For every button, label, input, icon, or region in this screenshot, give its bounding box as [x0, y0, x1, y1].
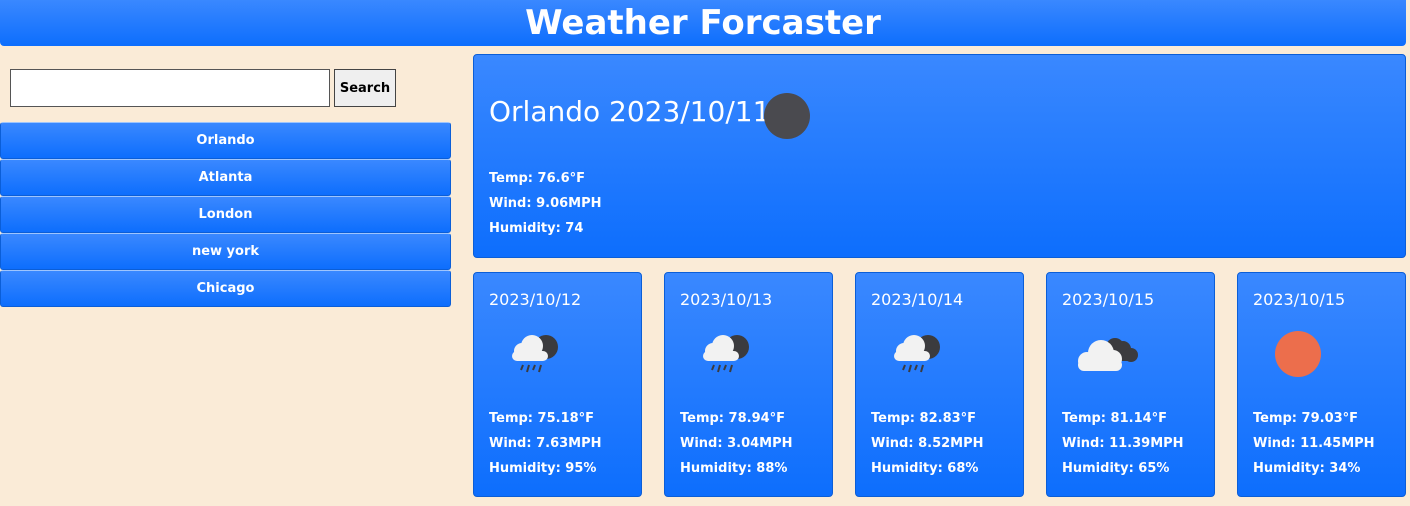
rain-cloud-icon	[703, 335, 749, 373]
forecast-humidity: Humidity: 95%	[489, 461, 597, 476]
forecast-humidity: Humidity: 68%	[871, 461, 979, 476]
forecast-stats: Temp: 82.83°F Wind: 8.52MPH Humidity: 68…	[871, 406, 984, 481]
search-history: Orlando Atlanta London new york Chicago	[0, 122, 451, 307]
forecast-date: 2023/10/13	[680, 290, 773, 309]
forecast-date: 2023/10/15	[1062, 290, 1155, 309]
forecast-card: 2023/10/15 Temp: 79.03°F Wind: 11.45MPH …	[1237, 272, 1406, 497]
forecast-date: 2023/10/12	[489, 290, 582, 309]
rain-cloud-icon	[512, 335, 558, 373]
forecast-wind: Wind: 8.52MPH	[871, 436, 984, 451]
history-item[interactable]: Orlando	[0, 122, 451, 159]
forecast-card: 2023/10/14 Temp: 82.83°F Wind: 8.52MPH H…	[855, 272, 1024, 497]
forecast-stats: Temp: 78.94°F Wind: 3.04MPH Humidity: 88…	[680, 406, 793, 481]
sun-icon	[1275, 331, 1321, 377]
forecast-temp: Temp: 81.14°F	[1062, 411, 1168, 426]
forecast-wind: Wind: 11.45MPH	[1253, 436, 1375, 451]
history-item[interactable]: Atlanta	[0, 159, 451, 196]
history-item[interactable]: London	[0, 196, 451, 233]
forecast-temp: Temp: 78.94°F	[680, 411, 786, 426]
forecast-humidity: Humidity: 34%	[1253, 461, 1361, 476]
history-item[interactable]: new york	[0, 233, 451, 270]
forecast-date: 2023/10/15	[1253, 290, 1346, 309]
forecast-stats: Temp: 75.18°F Wind: 7.63MPH Humidity: 95…	[489, 406, 602, 481]
forecast-wind: Wind: 11.39MPH	[1062, 436, 1184, 451]
search-button[interactable]: Search	[334, 69, 396, 107]
forecast-card: 2023/10/15 Temp: 81.14°F Wind: 11.39MPH …	[1046, 272, 1215, 497]
forecast-stats: Temp: 81.14°F Wind: 11.39MPH Humidity: 6…	[1062, 406, 1184, 481]
current-temp: Temp: 76.6°F	[489, 171, 585, 186]
current-title: Orlando 2023/10/11	[489, 95, 771, 128]
clouds-icon	[1078, 338, 1138, 371]
forecast-stats: Temp: 79.03°F Wind: 11.45MPH Humidity: 3…	[1253, 406, 1375, 481]
forecast-card: 2023/10/12 Temp: 75.18°F Wind: 7.63MPH H…	[473, 272, 642, 497]
forecast-card: 2023/10/13 Temp: 78.94°F Wind: 3.04MPH H…	[664, 272, 833, 497]
current-stats: Temp: 76.6°F Wind: 9.06MPH Humidity: 74	[489, 166, 602, 241]
app-title: Weather Forcaster	[525, 3, 881, 43]
app-header: Weather Forcaster	[0, 0, 1406, 46]
current-wind: Wind: 9.06MPH	[489, 196, 602, 211]
forecast-wind: Wind: 7.63MPH	[489, 436, 602, 451]
forecast-wind: Wind: 3.04MPH	[680, 436, 793, 451]
current-weather-card: Orlando 2023/10/11 Temp: 76.6°F Wind: 9.…	[473, 54, 1406, 258]
forecast-temp: Temp: 79.03°F	[1253, 411, 1359, 426]
dark-circle-icon	[764, 93, 810, 139]
forecast-temp: Temp: 75.18°F	[489, 411, 595, 426]
forecast-temp: Temp: 82.83°F	[871, 411, 977, 426]
history-item[interactable]: Chicago	[0, 270, 451, 307]
forecast-humidity: Humidity: 88%	[680, 461, 788, 476]
forecast-date: 2023/10/14	[871, 290, 964, 309]
rain-cloud-icon	[894, 335, 940, 373]
search-input[interactable]	[10, 69, 330, 107]
forecast-humidity: Humidity: 65%	[1062, 461, 1170, 476]
current-humidity: Humidity: 74	[489, 221, 584, 236]
